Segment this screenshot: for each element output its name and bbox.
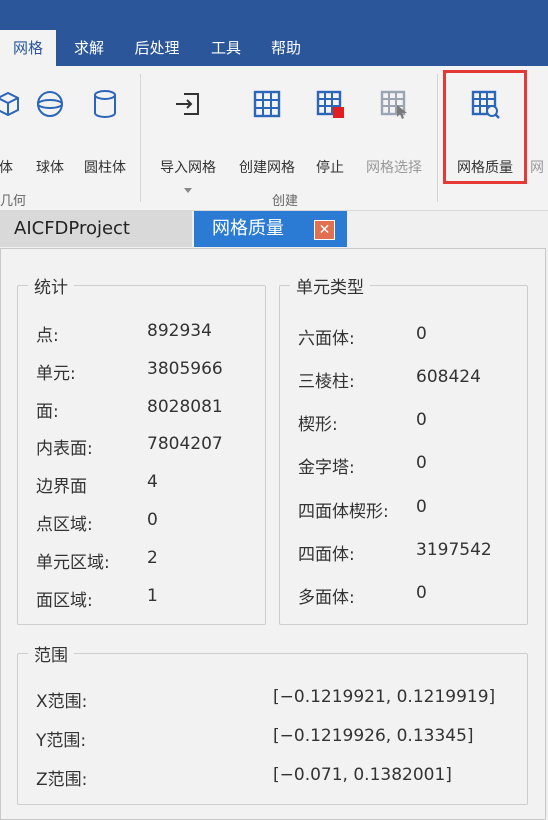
cell-type-label: 四面体:	[298, 545, 355, 565]
cell-type-label: 四面体楔形:	[298, 502, 389, 522]
grid-icon	[253, 90, 281, 118]
cell-type-value: 0	[416, 497, 427, 517]
group-geometry-label: 几何	[0, 194, 27, 209]
cell-type-value: 0	[416, 324, 427, 344]
cell-type-value: 0	[416, 453, 427, 473]
menu-bar: 网格 求解 后处理 工具 帮助	[0, 30, 548, 66]
stop-button[interactable]: 停止	[308, 86, 352, 196]
tab-mesh[interactable]: 网格	[0, 30, 56, 66]
cell-type-label: 六面体:	[298, 329, 355, 349]
stat-label: 内表面:	[36, 439, 93, 459]
cell-type-value: 608424	[416, 367, 481, 387]
tab-project[interactable]: AICFDProject	[0, 211, 192, 247]
cylinder-icon	[94, 90, 116, 118]
app-title-bar	[0, 0, 548, 30]
range-label: X范围:	[36, 692, 88, 712]
cell-type-value: 0	[416, 410, 427, 430]
stop-label: 停止	[316, 160, 344, 176]
tab-help[interactable]: 帮助	[260, 30, 312, 66]
tab-tools[interactable]: 工具	[200, 30, 252, 66]
cell-type-value: 0	[416, 583, 427, 603]
import-mesh-button[interactable]: 导入网格	[152, 86, 224, 196]
sphere-button[interactable]: 球体	[30, 86, 70, 196]
stat-value: 0	[147, 510, 158, 530]
cylinder-label: 圆柱体	[84, 160, 126, 176]
body-icon	[0, 91, 19, 117]
tab-solve[interactable]: 求解	[63, 30, 115, 66]
create-mesh-label: 创建网格	[239, 160, 295, 176]
mesh-select-label: 网格选择	[366, 160, 422, 176]
sphere-icon	[37, 91, 63, 117]
range-title: 范围	[28, 641, 74, 666]
stop-icon	[316, 90, 344, 118]
tab-postprocess[interactable]: 后处理	[124, 30, 190, 66]
stat-label: 点区域:	[36, 515, 93, 535]
next-ribbon-label: 网	[530, 160, 544, 176]
group-create-label: 创建	[272, 194, 299, 209]
stat-value: 8028081	[147, 397, 223, 417]
chevron-down-icon[interactable]	[184, 188, 192, 193]
cylinder-button[interactable]: 圆柱体	[78, 86, 132, 196]
range-label: Y范围:	[36, 731, 87, 751]
ribbon-separator	[140, 74, 141, 202]
next-ribbon-button[interactable]: 网	[530, 86, 548, 196]
statistics-title: 统计	[28, 273, 74, 298]
body-button[interactable]: 体	[0, 86, 28, 196]
stat-value: 7804207	[147, 434, 223, 454]
cell-type-label: 三棱柱:	[298, 372, 355, 392]
import-mesh-label: 导入网格	[160, 160, 216, 176]
range-value: [−0.1219921, 0.1219919]	[273, 687, 496, 707]
cell-type-label: 多面体:	[298, 588, 355, 608]
stat-label: 单元:	[36, 364, 76, 384]
import-icon	[176, 93, 199, 115]
mesh-select-icon	[380, 90, 407, 119]
sphere-label: 球体	[36, 160, 64, 176]
cell-type-label: 金字塔:	[298, 458, 355, 478]
stat-value: 3805966	[147, 359, 223, 379]
stat-label: 边界面	[36, 477, 87, 497]
mesh-select-button[interactable]: 网格选择	[358, 86, 430, 196]
mesh-quality-panel: 统计 单元类型 范围 点: 892934 单元: 3805966 面: 8028…	[0, 248, 546, 820]
tab-mesh-quality-label: 网格质量	[212, 218, 284, 239]
stat-value: 4	[147, 472, 158, 492]
document-tabs: AICFDProject 网格质量 ✕	[0, 211, 548, 247]
cell-type-label: 楔形:	[298, 415, 338, 435]
cell-types-title: 单元类型	[290, 273, 370, 298]
range-value: [−0.071, 0.1382001]	[273, 765, 452, 785]
ribbon-separator	[437, 74, 438, 202]
stat-label: 单元区域:	[36, 553, 110, 573]
cell-type-value: 3197542	[416, 540, 492, 560]
stat-label: 面:	[36, 402, 59, 422]
mesh-quality-highlight	[443, 70, 527, 184]
close-icon[interactable]: ✕	[314, 220, 335, 240]
create-mesh-button[interactable]: 创建网格	[232, 86, 302, 196]
range-value: [−0.1219926, 0.13345]	[273, 726, 474, 746]
body-label: 体	[0, 160, 13, 176]
stat-value: 2	[147, 548, 158, 568]
stat-label: 点:	[36, 326, 59, 346]
tab-mesh-quality[interactable]: 网格质量 ✕	[194, 211, 347, 247]
range-label: Z范围:	[36, 770, 88, 790]
stat-value: 1	[147, 586, 158, 606]
stat-value: 892934	[147, 321, 212, 341]
stat-label: 面区域:	[36, 591, 93, 611]
